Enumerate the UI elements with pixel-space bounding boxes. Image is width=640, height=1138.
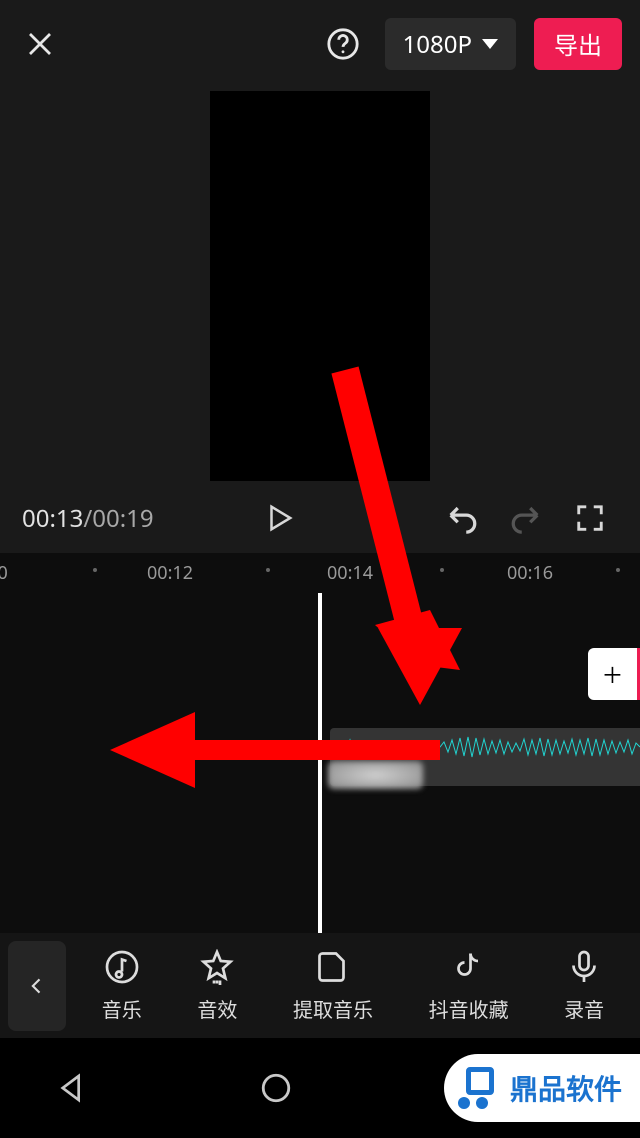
time-counter: 00:13/00:19 — [22, 502, 154, 535]
music-icon — [103, 948, 141, 986]
ruler-dot — [93, 568, 97, 572]
resolution-selector[interactable]: 1080P — [385, 18, 516, 70]
ruler-tick: 0:10 — [0, 561, 8, 585]
chevron-down-icon — [482, 39, 498, 49]
ruler-dot — [616, 568, 620, 572]
sfx-icon — [198, 948, 236, 986]
back-button[interactable] — [8, 941, 66, 1031]
redo-button[interactable] — [498, 490, 554, 546]
redo-icon — [509, 501, 543, 535]
audio-clip-label-blurred — [328, 761, 423, 789]
tool-label: 音效 — [197, 994, 237, 1023]
tool-sfx[interactable]: 音效 — [197, 948, 237, 1023]
brand-watermark: 鼎品软件 — [444, 1054, 640, 1122]
waveform-icon — [330, 736, 640, 758]
tool-douyin[interactable]: 抖音收藏 — [429, 948, 509, 1023]
ruler-dot — [440, 568, 444, 572]
ruler-dot — [266, 568, 270, 572]
export-button[interactable]: 导出 — [534, 18, 622, 70]
douyin-icon — [450, 948, 488, 986]
bottom-toolbar: 音乐 音效 提取音乐 抖音收藏 录音 — [0, 933, 640, 1038]
playback-controls: 00:13/00:19 — [0, 483, 640, 553]
brand-logo-icon — [458, 1067, 500, 1109]
help-icon — [326, 27, 360, 61]
close-icon — [25, 29, 55, 59]
tool-label: 录音 — [564, 994, 604, 1023]
tool-music[interactable]: 音乐 — [102, 948, 142, 1023]
timeline[interactable]: 0:10 00:12 00:14 00:16 + — [0, 553, 640, 958]
timeline-ruler: 0:10 00:12 00:14 00:16 — [0, 553, 640, 593]
circle-home-icon — [259, 1071, 293, 1105]
tool-extract[interactable]: 提取音乐 — [293, 948, 373, 1023]
triangle-back-icon — [56, 1072, 88, 1104]
video-frame — [210, 91, 430, 481]
system-nav-bar: 鼎品软件 — [0, 1038, 640, 1138]
extract-icon — [314, 948, 352, 986]
fullscreen-icon — [575, 503, 605, 533]
play-icon — [264, 503, 294, 533]
playhead[interactable] — [318, 593, 322, 946]
undo-button[interactable] — [434, 490, 490, 546]
top-bar: 1080P 导出 — [0, 0, 640, 88]
add-clip-button[interactable]: + — [588, 648, 640, 700]
undo-icon — [445, 501, 479, 535]
ruler-tick: 00:14 — [327, 561, 373, 585]
plus-icon: + — [603, 651, 622, 697]
nav-home-button[interactable] — [259, 1071, 293, 1105]
tool-record[interactable]: 录音 — [564, 948, 604, 1023]
chevron-left-icon — [27, 971, 47, 1001]
ruler-tick: 00:12 — [147, 561, 193, 585]
record-icon — [565, 948, 603, 986]
nav-back-button[interactable] — [56, 1072, 88, 1104]
play-button[interactable] — [251, 490, 307, 546]
video-preview[interactable] — [0, 88, 640, 483]
ruler-tick: 00:16 — [507, 561, 553, 585]
close-button[interactable] — [18, 22, 62, 66]
tool-label: 抖音收藏 — [429, 994, 509, 1023]
tool-label: 音乐 — [102, 994, 142, 1023]
resolution-label: 1080P — [403, 28, 472, 61]
tool-label: 提取音乐 — [293, 994, 373, 1023]
fullscreen-button[interactable] — [562, 490, 618, 546]
help-button[interactable] — [321, 22, 365, 66]
